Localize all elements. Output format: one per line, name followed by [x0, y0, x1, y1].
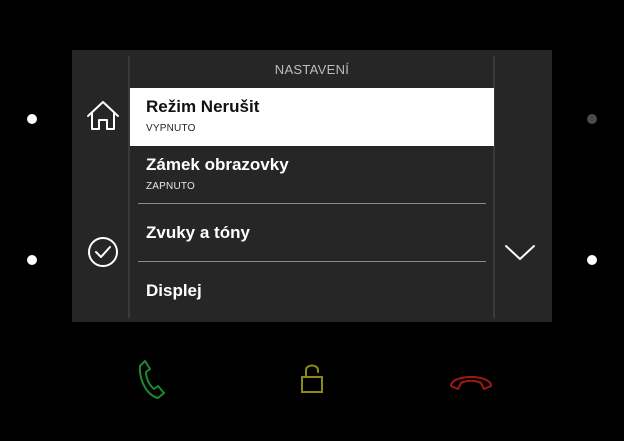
menu-item-screen-lock[interactable]: Zámek obrazovky ZAPNUTO — [130, 146, 494, 204]
hang-up-button[interactable] — [446, 354, 496, 404]
menu-item-status: VYPNUTO — [146, 123, 196, 134]
home-button[interactable] — [81, 94, 125, 138]
intercom-device: NASTAVENÍ Režim Nerušit VYPNUTO Zámek ob… — [0, 0, 624, 441]
menu-item-status: ZAPNUTO — [146, 181, 195, 192]
menu-item-title: Displej — [146, 281, 202, 300]
hang-up-icon — [450, 376, 492, 390]
display-screen: NASTAVENÍ Režim Nerušit VYPNUTO Zámek ob… — [72, 50, 552, 322]
confirm-button[interactable] — [81, 230, 125, 274]
indicator-led-bottom-right — [587, 255, 597, 265]
call-button[interactable] — [126, 354, 176, 404]
page-title: NASTAVENÍ — [274, 62, 350, 77]
menu-item-title: Režim Nerušit — [146, 97, 260, 116]
chevron-down-icon — [505, 245, 535, 260]
phone-call-icon — [138, 360, 165, 399]
menu-item-title: Zámek obrazovky — [146, 155, 289, 174]
indicator-led-top-right — [587, 114, 597, 124]
indicator-led-top-left — [27, 114, 37, 124]
menu-item-title: Zvuky a tóny — [146, 223, 250, 242]
settings-list: Režim Nerušit VYPNUTO Zámek obrazovky ZA… — [130, 88, 494, 320]
menu-item-do-not-disturb[interactable]: Režim Nerušit VYPNUTO — [130, 88, 494, 146]
menu-item-display[interactable]: Displej — [130, 262, 494, 320]
unlock-icon — [301, 364, 323, 393]
indicator-led-bottom-left — [27, 255, 37, 265]
scroll-down-button[interactable] — [498, 230, 542, 274]
menu-item-sounds-and-tones[interactable]: Zvuky a tóny — [130, 204, 494, 262]
home-icon — [87, 101, 119, 130]
unlock-door-button[interactable] — [287, 354, 337, 404]
checkmark-circle-icon — [88, 237, 118, 267]
